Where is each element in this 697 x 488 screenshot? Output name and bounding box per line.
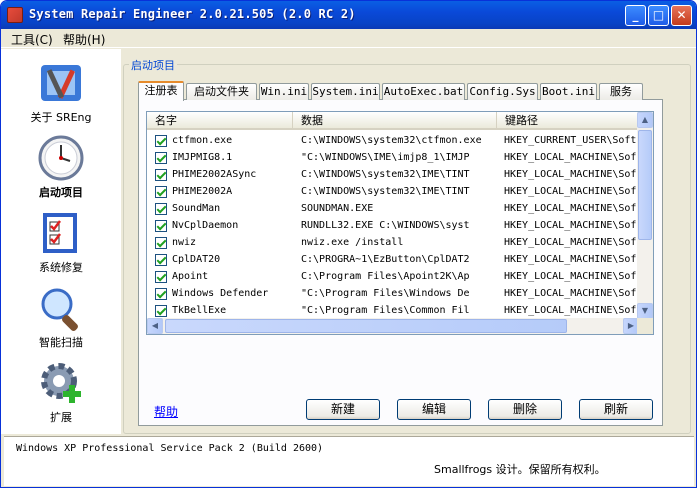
delete-button[interactable]: 删除 [488, 399, 562, 420]
row-checkbox[interactable] [155, 152, 167, 164]
sidebar-item-repair[interactable]: 系统修复 [9, 209, 113, 275]
tab-boot-ini[interactable]: Boot.ini [540, 83, 597, 100]
sidebar-item-scan[interactable]: 智能扫描 [9, 284, 113, 350]
scroll-up-icon[interactable]: ▲ [637, 112, 653, 128]
row-checkbox[interactable] [155, 220, 167, 232]
row-checkbox[interactable] [155, 271, 167, 283]
sidebar-item-startup[interactable]: 启动项目 [9, 134, 113, 200]
status-area: Windows XP Professional Service Pack 2 (… [4, 436, 694, 486]
tab-autoexec[interactable]: AutoExec.bat [382, 83, 465, 100]
table-row[interactable]: TkBellExe "C:\Program Files\Common Fil HKE… [147, 302, 639, 319]
startup-list[interactable]: 名字 数据 键路径 ctfmon.exe C:\WINDOWS\system32\… [146, 111, 654, 335]
os-version-text: Windows XP Professional Service Pack 2 (… [16, 443, 324, 454]
row-checkbox[interactable] [155, 305, 167, 317]
vertical-scrollbar[interactable]: ▲ ▼ [637, 112, 653, 319]
row-checkbox[interactable] [155, 169, 167, 181]
maximize-button[interactable]: □ [648, 5, 669, 26]
tab-win-ini[interactable]: Win.ini [259, 83, 309, 100]
menu-tools[interactable]: 工具(C) [11, 31, 53, 48]
table-row[interactable]: Apoint C:\Program Files\Apoint2K\Ap HKEY_L… [147, 268, 639, 285]
app-icon [7, 7, 23, 23]
copyright-text: Smallfrogs 设计。保留所有权利。 [434, 463, 606, 476]
table-row[interactable]: ctfmon.exe C:\WINDOWS\system32\ctfmon.exe… [147, 132, 639, 149]
sidebar: 关于 SREng 启动项目 系统修复 智能扫描 扩展 [1, 49, 121, 434]
tab-config-sys[interactable]: Config.Sys [467, 83, 538, 100]
checklist-icon [37, 209, 85, 257]
clock-icon [37, 134, 85, 182]
sidebar-item-label: 关于 SREng [30, 111, 92, 124]
sidebar-item-extend[interactable]: 扩展 [9, 359, 113, 425]
sidebar-item-label: 系统修复 [39, 261, 83, 274]
tab-registry[interactable]: 注册表 [138, 81, 184, 101]
table-row[interactable]: nwiz nwiz.exe /install HKEY_LOCAL_MACHINE\… [147, 234, 639, 251]
scroll-left-icon[interactable]: ◀ [147, 318, 163, 334]
table-row[interactable]: CplDAT20 C:\PROGRA~1\EzButton\CplDAT2 HKEY… [147, 251, 639, 268]
title-bar[interactable]: System Repair Engineer 2.0.21.505 (2.0 R… [1, 1, 696, 29]
row-checkbox[interactable] [155, 135, 167, 147]
app-window: System Repair Engineer 2.0.21.505 (2.0 R… [0, 0, 697, 488]
table-row[interactable]: SoundMan SOUNDMAN.EXE HKEY_LOCAL_MACHINE\S… [147, 200, 639, 217]
window-title: System Repair Engineer 2.0.21.505 (2.0 R… [29, 7, 356, 21]
tools-icon [37, 59, 85, 107]
vertical-scroll-thumb[interactable] [638, 130, 652, 240]
table-row[interactable]: IMJPMIG8.1 "C:\WINDOWS\IME\imjp8_1\IMJP HK… [147, 149, 639, 166]
sidebar-item-label: 启动项目 [39, 186, 83, 199]
menu-bar: 工具(C) 帮助(H) [1, 29, 696, 48]
sidebar-item-label: 扩展 [50, 411, 72, 424]
sidebar-item-about[interactable]: 关于 SREng [9, 59, 113, 125]
column-data[interactable]: 数据 [293, 112, 497, 130]
close-button[interactable]: ✕ [671, 5, 692, 26]
row-checkbox[interactable] [155, 237, 167, 249]
sidebar-item-label: 智能扫描 [39, 336, 83, 349]
list-header: 名字 数据 键路径 [147, 112, 639, 130]
column-name[interactable]: 名字 [147, 112, 293, 130]
magnifier-icon [37, 284, 85, 332]
refresh-button[interactable]: 刷新 [579, 399, 653, 420]
edit-button[interactable]: 编辑 [397, 399, 471, 420]
row-checkbox[interactable] [155, 186, 167, 198]
minimize-button[interactable]: _ [625, 5, 646, 26]
table-row[interactable]: Windows Defender "C:\Program Files\Window… [147, 285, 639, 302]
table-row[interactable]: PHIME2002ASync C:\WINDOWS\system32\IME\TI… [147, 166, 639, 183]
row-checkbox[interactable] [155, 254, 167, 266]
help-link[interactable]: 帮助 [154, 403, 178, 420]
horizontal-scroll-thumb[interactable] [165, 319, 567, 333]
gear-plus-icon [37, 359, 85, 407]
column-key[interactable]: 键路径 [497, 112, 639, 130]
row-checkbox[interactable] [155, 288, 167, 300]
new-button[interactable]: 新建 [306, 399, 380, 420]
menu-help[interactable]: 帮助(H) [63, 31, 105, 48]
tab-system-ini[interactable]: System.ini [311, 83, 380, 100]
scroll-corner [637, 318, 653, 334]
group-title: 启动项目 [129, 57, 177, 73]
scroll-down-icon[interactable]: ▼ [637, 303, 653, 319]
table-row[interactable]: NvCplDaemon RUNDLL32.EXE C:\WINDOWS\syst H… [147, 217, 639, 234]
row-checkbox[interactable] [155, 203, 167, 215]
tab-startup-folder[interactable]: 启动文件夹 [186, 83, 257, 100]
horizontal-scrollbar[interactable]: ◀ ▶ [147, 318, 639, 334]
table-row[interactable]: PHIME2002A C:\WINDOWS\system32\IME\TINT HK… [147, 183, 639, 200]
tab-services[interactable]: 服务 [599, 83, 643, 100]
